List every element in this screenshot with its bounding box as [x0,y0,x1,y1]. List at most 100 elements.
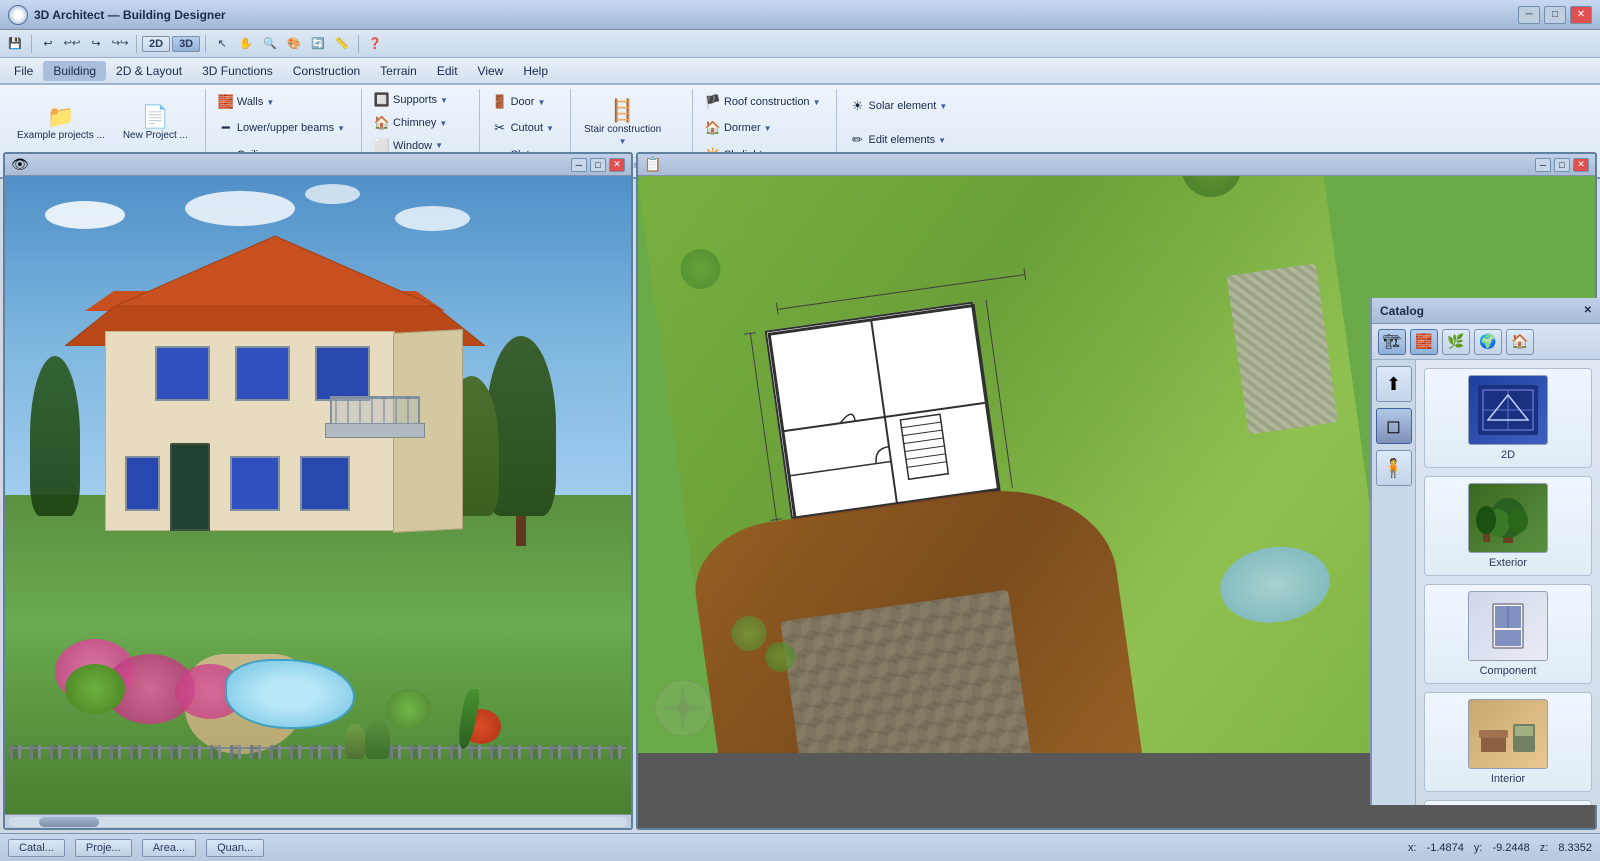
coord-x-value: -1.4874 [1427,842,1464,854]
panel-2d-icon: 📋 [644,156,661,173]
catalog-nav-middle[interactable]: ◻ [1376,408,1412,444]
cloud-1 [45,201,125,229]
render-button[interactable]: 🎨 [283,33,305,55]
catalog-tool-selected[interactable]: 🧱 [1410,329,1438,355]
menu-construction[interactable]: Construction [283,61,370,81]
catalog-item-exterior[interactable]: Exterior [1424,476,1592,576]
save-button[interactable]: 💾 [4,33,26,55]
site-plan-rotated [638,176,1419,828]
status-tab-project[interactable]: Proje... [75,839,132,857]
ribbon-row-open1: 🚪 Door ▼ [486,89,552,115]
beams-icon: ━ [218,120,234,136]
panel-2d-maximize[interactable]: □ [1554,158,1570,172]
solar-element-button[interactable]: ☀ Solar element ▼ [843,95,953,117]
catalog-tool-globe[interactable]: 🌍 [1474,329,1502,355]
menu-building[interactable]: Building [43,61,106,81]
catalog-left-nav: ⬆ ◻ 🧍 [1372,360,1416,805]
panel-2d-minimize[interactable]: ─ [1535,158,1551,172]
solar-arrow: ▼ [939,102,947,111]
panel-3d-close[interactable]: ✕ [609,158,625,172]
catalog-component-image [1468,591,1548,661]
window-lower-right2 [300,456,350,511]
separator [31,35,32,53]
status-bar: Catal... Proje... Area... Quan... x: -1.… [0,833,1600,861]
stair-construction-button[interactable]: 🪜 Stair construction ▼ [577,96,668,150]
3d-scrollbar[interactable] [5,814,631,828]
menu-help[interactable]: Help [513,61,558,81]
catalog-nav-person[interactable]: 🧍 [1376,450,1412,486]
close-button[interactable]: ✕ [1570,6,1592,24]
supports-button[interactable]: 🔲 Supports ▼ [368,89,454,111]
title-bar-title: 3D Architect — Building Designer [34,8,226,22]
edit-elements-arrow: ▼ [938,136,946,145]
menu-edit[interactable]: Edit [427,61,468,81]
coord-y-label: y: [1474,842,1483,854]
gravel-area-site [1227,264,1338,435]
pan-button[interactable]: ✋ [235,33,257,55]
lower-upper-beams-button[interactable]: ━ Lower/upper beams ▼ [212,117,351,139]
maximize-button[interactable]: □ [1544,6,1566,24]
edit-elements-button[interactable]: ✏ Edit elements ▼ [843,129,952,151]
status-tab-quantity[interactable]: Quan... [206,839,264,857]
roof-construction-button[interactable]: 🏴 Roof construction ▼ [699,91,827,113]
undo-button[interactable]: ↩ [37,33,59,55]
chimney-label: Chimney [393,117,436,129]
status-tab-catalog[interactable]: Catal... [8,839,65,857]
help-button[interactable]: ❓ [364,33,386,55]
mode-3d-button[interactable]: 3D [172,36,200,52]
rotate-button[interactable]: 🔄 [307,33,329,55]
folder-icon: 📁 [47,106,74,128]
catalog-nav-top[interactable]: ⬆ [1376,366,1412,402]
cloud-2 [185,191,295,226]
scrollbar-thumb[interactable] [39,817,99,827]
zoom-button[interactable]: 🔍 [259,33,281,55]
window-upper-right [315,346,370,401]
panel-2d-controls: ─ □ ✕ [1535,158,1589,172]
example-projects-button[interactable]: 📁 Example projects ... [10,102,112,145]
walls-button[interactable]: 🧱 Walls ▼ [212,91,280,113]
catalog-interior-label: Interior [1491,773,1525,785]
new-project-button[interactable]: 📄 New Project ... [116,102,195,145]
mode-2d-button[interactable]: 2D [142,36,170,52]
catalog-item-people[interactable]: People [1424,800,1592,805]
ribbon-row-walls1: 🧱 Walls ▼ [212,89,280,115]
menu-file[interactable]: File [4,61,43,81]
door-button[interactable]: 🚪 Door ▼ [486,91,552,113]
minimize-button[interactable]: ─ [1518,6,1540,24]
roof-arrow: ▼ [813,98,821,107]
panel-3d-maximize[interactable]: □ [590,158,606,172]
menu-2d-layout[interactable]: 2D & Layout [106,61,192,81]
catalog-item-2d[interactable]: 2D [1424,368,1592,468]
undo-all-button[interactable]: ↩↩ [61,33,83,55]
panel-2d-close[interactable]: ✕ [1573,158,1589,172]
viewport-3d[interactable] [5,176,631,814]
menu-view[interactable]: View [468,61,514,81]
catalog-item-interior[interactable]: Interior [1424,692,1592,792]
catalog-2d-label: 2D [1501,449,1515,461]
roof-icon: 🏴 [705,94,721,110]
ribbon-row-solar1: ☀ Solar element ▼ [843,89,953,123]
ribbon-row-walls2: ━ Lower/upper beams ▼ [212,115,351,141]
floor-plan-svg [767,303,1001,520]
status-tab-area[interactable]: Area... [142,839,196,857]
door-main [170,443,210,531]
catalog-tool-plants[interactable]: 🌿 [1442,329,1470,355]
cutout-label: Cutout [511,122,543,134]
measure-button[interactable]: 📏 [331,33,353,55]
panel-3d-minimize[interactable]: ─ [571,158,587,172]
cutout-button[interactable]: ✂ Cutout ▼ [486,117,560,139]
chimney-button[interactable]: 🏠 Chimney ▼ [368,112,453,134]
cutout-icon: ✂ [492,120,508,136]
quick-toolbar: 💾 ↩ ↩↩ ↪ ↪↪ 2D 3D ↖ ✋ 🔍 🎨 🔄 📏 ❓ [0,30,1600,58]
select-button[interactable]: ↖ [211,33,233,55]
catalog-tool-build[interactable]: 🏗 [1378,329,1406,355]
catalog-close-icon[interactable]: ✕ [1584,305,1592,316]
redo-button[interactable]: ↪ [85,33,107,55]
catalog-tool-home[interactable]: 🏠 [1506,329,1534,355]
stair-arrow: ▼ [619,137,627,146]
dormer-button[interactable]: 🏠 Dormer ▼ [699,117,778,139]
menu-3d-functions[interactable]: 3D Functions [192,61,283,81]
catalog-item-component[interactable]: Component [1424,584,1592,684]
redo-all-button[interactable]: ↪↪ [109,33,131,55]
menu-terrain[interactable]: Terrain [370,61,427,81]
